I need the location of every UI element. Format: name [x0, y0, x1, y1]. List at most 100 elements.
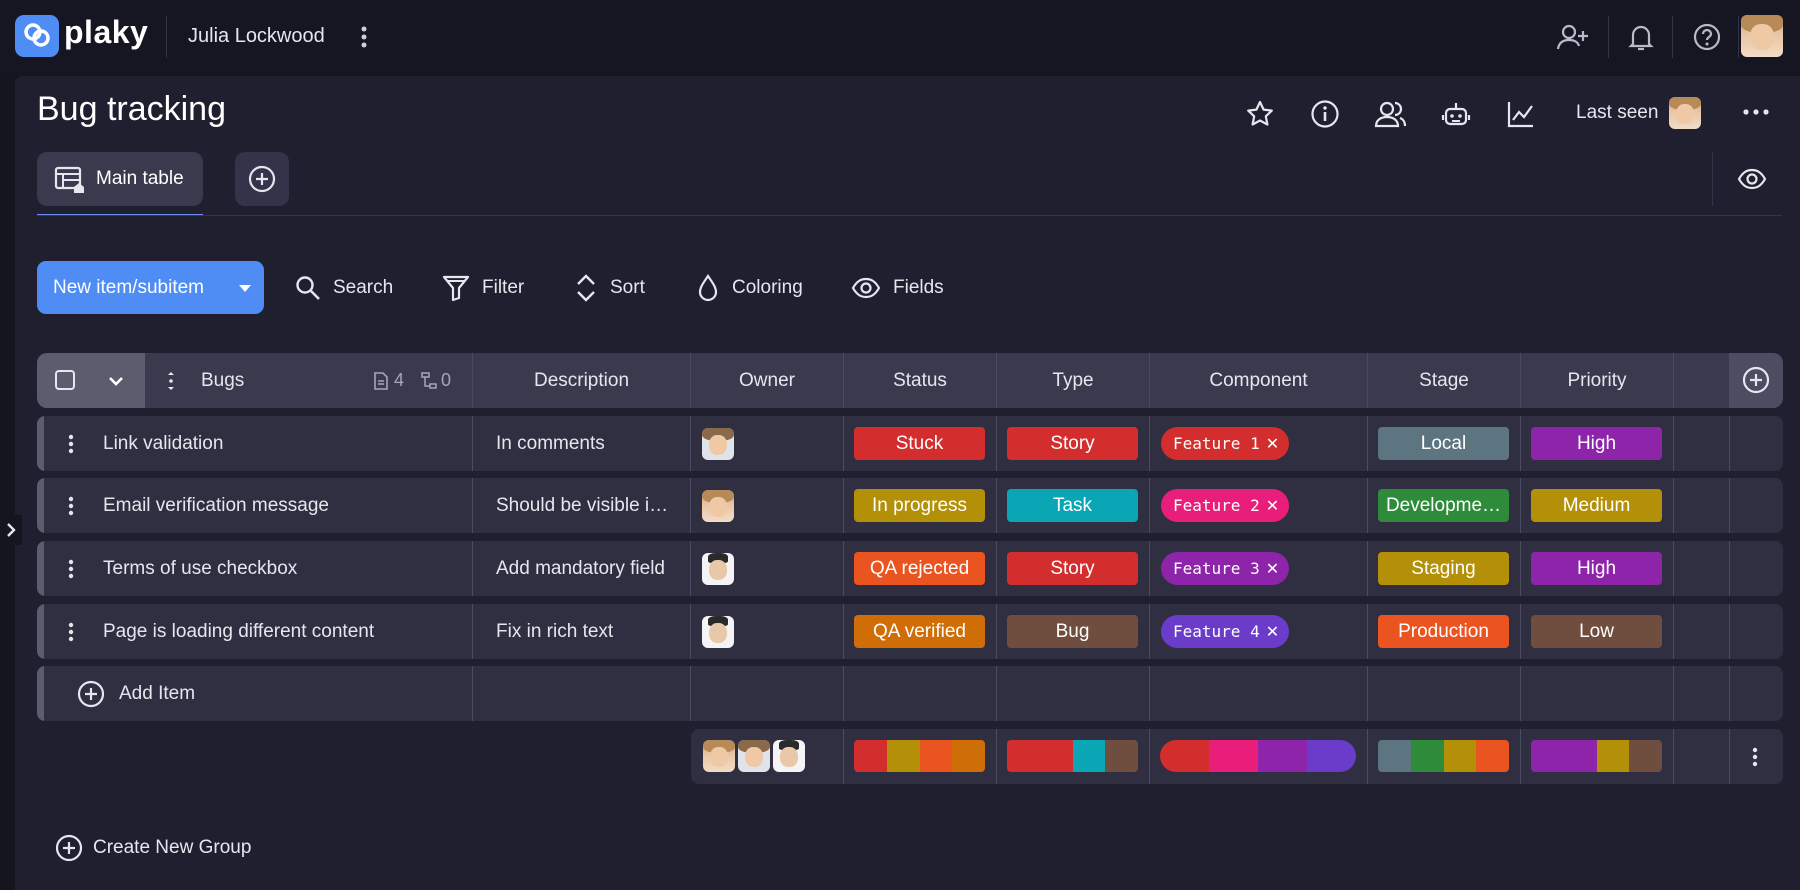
chevron-down-icon[interactable]: [239, 285, 251, 292]
priority-badge[interactable]: Medium: [1531, 489, 1662, 522]
owner-avatar[interactable]: [702, 616, 734, 648]
stage-badge[interactable]: Local: [1378, 427, 1509, 460]
search-button[interactable]: Search: [295, 268, 393, 308]
component-tag[interactable]: Feature 3 ✕: [1161, 552, 1290, 585]
type-badge[interactable]: Bug: [1007, 615, 1138, 648]
drag-handle-icon[interactable]: [165, 370, 177, 392]
workspace-user-name[interactable]: Julia Lockwood: [188, 25, 325, 48]
component-tag[interactable]: Feature 4 ✕: [1161, 615, 1290, 648]
kebab-menu-icon[interactable]: [354, 24, 374, 50]
item-name[interactable]: Link validation: [103, 433, 223, 455]
priority-summary-bar[interactable]: [1531, 740, 1662, 772]
board-title[interactable]: Bug tracking: [37, 90, 226, 129]
tab-main-table[interactable]: Main table: [37, 152, 203, 206]
owner-avatar[interactable]: [773, 740, 805, 772]
remove-tag-icon[interactable]: ✕: [1266, 559, 1279, 578]
column-header-owner[interactable]: Owner: [691, 353, 843, 408]
row-menu-icon[interactable]: [65, 558, 77, 580]
component-summary-bar[interactable]: [1160, 740, 1356, 772]
priority-badge[interactable]: High: [1531, 552, 1662, 585]
create-new-group-button[interactable]: Create New Group: [55, 834, 251, 862]
status-badge[interactable]: Stuck: [854, 427, 985, 460]
stage-summary-bar[interactable]: [1378, 740, 1509, 772]
status-badge[interactable]: QA verified: [854, 615, 985, 648]
coloring-button[interactable]: Coloring: [696, 268, 803, 308]
priority-badge[interactable]: Low: [1531, 615, 1662, 648]
new-item-button[interactable]: New item/subitem: [37, 261, 264, 314]
filter-button[interactable]: Filter: [442, 268, 524, 308]
table-row[interactable]: Page is loading different content Fix in…: [37, 604, 1783, 659]
status-badge[interactable]: In progress: [854, 489, 985, 522]
group-name[interactable]: Bugs: [201, 353, 244, 408]
add-item-row[interactable]: Add Item: [37, 666, 1783, 721]
members-icon[interactable]: [1373, 97, 1409, 131]
priority-badge[interactable]: High: [1531, 427, 1662, 460]
stage-badge[interactable]: Developme…: [1378, 489, 1509, 522]
type-badge[interactable]: Task: [1007, 489, 1138, 522]
column-header-status[interactable]: Status: [844, 353, 996, 408]
column-header-priority[interactable]: Priority: [1521, 353, 1673, 408]
row-menu-icon[interactable]: [65, 495, 77, 517]
last-seen-avatar[interactable]: [1669, 97, 1701, 129]
automation-robot-icon[interactable]: [1439, 97, 1473, 131]
expand-sidebar-icon[interactable]: [0, 515, 22, 545]
fields-button[interactable]: Fields: [851, 268, 944, 308]
eye-icon[interactable]: [1735, 164, 1769, 194]
stage-badge[interactable]: Staging: [1378, 552, 1509, 585]
plus-circle-icon[interactable]: [77, 680, 105, 708]
item-description[interactable]: Fix in rich text: [496, 621, 676, 643]
more-options-icon[interactable]: [1741, 102, 1771, 122]
owner-avatar[interactable]: [702, 428, 734, 460]
chevron-down-icon[interactable]: [107, 372, 125, 390]
column-header-component[interactable]: Component: [1150, 353, 1367, 408]
owner-avatar[interactable]: [702, 490, 734, 522]
invite-user-icon[interactable]: [1556, 20, 1590, 54]
column-divider: [690, 666, 691, 721]
type-summary-bar[interactable]: [1007, 740, 1138, 772]
column-divider: [1729, 666, 1730, 721]
info-icon[interactable]: [1308, 97, 1342, 131]
select-all-checkbox[interactable]: [55, 370, 75, 390]
star-icon[interactable]: [1243, 97, 1277, 131]
table-row[interactable]: Link validation In comments Stuck Story …: [37, 416, 1783, 471]
item-description[interactable]: Add mandatory field: [496, 558, 676, 580]
add-view-button[interactable]: [235, 152, 289, 206]
owner-avatar[interactable]: [703, 740, 735, 772]
column-divider: [843, 604, 844, 659]
item-name[interactable]: Terms of use checkbox: [103, 558, 297, 580]
remove-tag-icon[interactable]: ✕: [1266, 622, 1279, 641]
help-icon[interactable]: [1690, 20, 1724, 54]
remove-tag-icon[interactable]: ✕: [1266, 496, 1279, 515]
component-tag[interactable]: Feature 2 ✕: [1161, 489, 1290, 522]
column-header-stage[interactable]: Stage: [1368, 353, 1520, 408]
item-name[interactable]: Email verification message: [103, 495, 329, 517]
user-avatar[interactable]: [1741, 15, 1783, 57]
component-tag[interactable]: Feature 1 ✕: [1161, 427, 1290, 460]
add-column-button[interactable]: [1729, 353, 1783, 408]
stage-badge[interactable]: Production: [1378, 615, 1509, 648]
row-menu-icon[interactable]: [65, 433, 77, 455]
summary-menu-icon[interactable]: [1749, 746, 1761, 768]
column-header-description[interactable]: Description: [473, 353, 690, 408]
status-summary-bar[interactable]: [854, 740, 985, 772]
table-row[interactable]: Terms of use checkbox Add mandatory fiel…: [37, 541, 1783, 596]
table-row[interactable]: Email verification message Should be vis…: [37, 478, 1783, 533]
column-header-type[interactable]: Type: [997, 353, 1149, 408]
owner-avatar[interactable]: [702, 553, 734, 585]
sort-button[interactable]: Sort: [574, 268, 645, 308]
add-item-label[interactable]: Add Item: [119, 683, 195, 705]
row-menu-icon[interactable]: [65, 621, 77, 643]
item-description[interactable]: In comments: [496, 433, 676, 455]
remove-tag-icon[interactable]: ✕: [1266, 434, 1279, 453]
type-badge[interactable]: Story: [1007, 552, 1138, 585]
column-divider: [996, 666, 997, 721]
status-badge[interactable]: QA rejected: [854, 552, 985, 585]
plaky-logo-icon[interactable]: [15, 15, 59, 57]
item-name[interactable]: Page is loading different content: [103, 621, 374, 643]
last-seen-label[interactable]: Last seen: [1576, 102, 1658, 124]
owner-avatar[interactable]: [738, 740, 770, 772]
type-badge[interactable]: Story: [1007, 427, 1138, 460]
item-description[interactable]: Should be visible i…: [496, 495, 676, 517]
bell-icon[interactable]: [1624, 20, 1658, 54]
chart-icon[interactable]: [1504, 97, 1538, 131]
